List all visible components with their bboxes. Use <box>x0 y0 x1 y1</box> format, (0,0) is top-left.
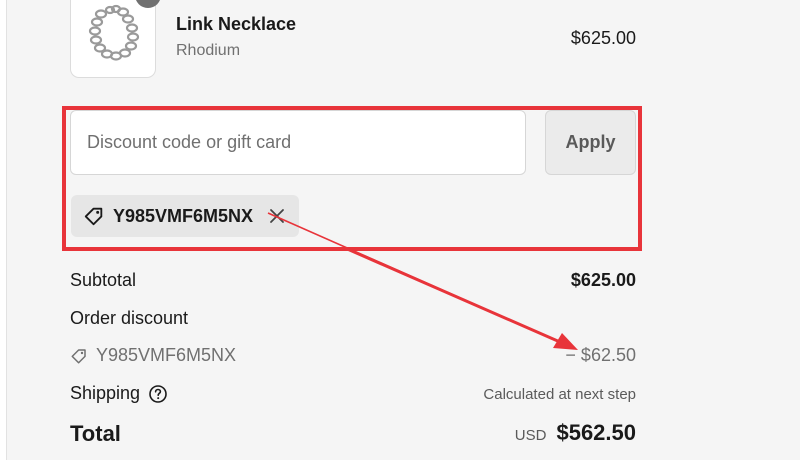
tag-icon <box>71 348 86 363</box>
currency-code: USD <box>514 427 547 444</box>
product-variant: Rhodium <box>176 42 241 59</box>
discount-code-line: Y985VMF6M5NX <box>70 345 236 366</box>
subtotal-label: Subtotal <box>70 270 137 290</box>
shipping-line: Shipping <box>70 383 168 404</box>
total-label: Total <box>70 421 121 446</box>
order-discount-label: Order discount <box>70 308 189 328</box>
total-value-group: USD $562.50 <box>515 420 636 446</box>
annotation-highlight-box <box>62 106 642 251</box>
shipping-value: Calculated at next step <box>483 386 636 403</box>
discount-code-text: Y985VMF6M5NX <box>96 345 237 365</box>
subtotal-value: $625.00 <box>570 270 636 290</box>
divider <box>0 0 7 460</box>
total-amount: $562.50 <box>556 420 636 445</box>
checkout-summary: Link Necklace Rhodium $625.00 Apply Y985… <box>0 0 800 460</box>
necklace-icon <box>88 4 140 61</box>
product-image <box>70 0 156 78</box>
product-price: $625.00 <box>570 28 636 48</box>
help-icon[interactable] <box>148 384 168 404</box>
product-name: Link Necklace <box>176 14 297 34</box>
shipping-label: Shipping <box>70 383 141 403</box>
discount-amount: − $62.50 <box>565 345 636 365</box>
